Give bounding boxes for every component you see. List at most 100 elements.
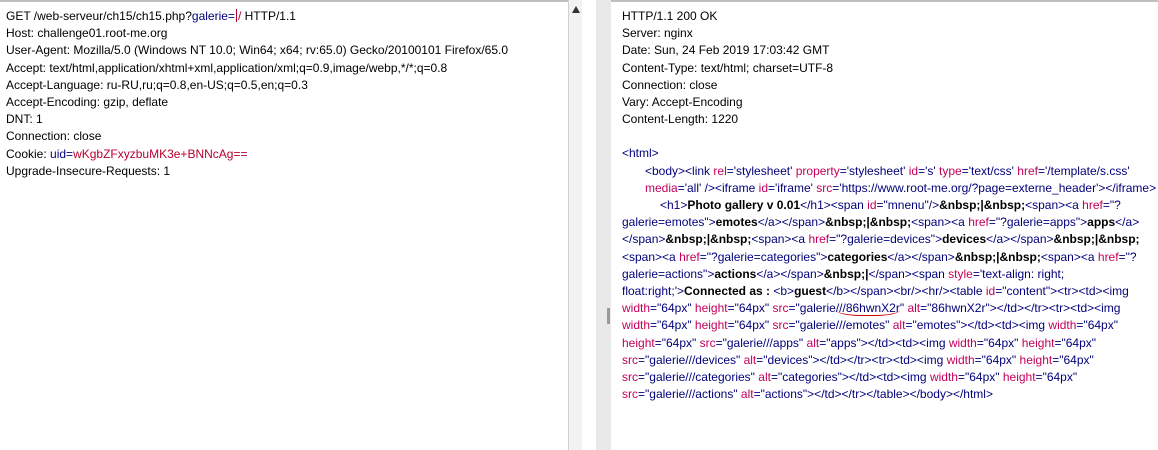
attr-name-token: height: [694, 318, 728, 333]
attr-value-token: "galerie///actions": [645, 387, 741, 402]
attr-value-token: "64px": [1061, 335, 1097, 350]
request-line-text: Accept-Encoding: gzip, deflate: [6, 94, 169, 109]
html-tag-token: =: [976, 335, 984, 350]
html-tag-token: </span><span: [868, 266, 949, 281]
attr-name-token: width: [948, 335, 977, 350]
request-line: Connection: close: [6, 128, 568, 145]
splitter-handle-icon[interactable]: [607, 308, 610, 324]
request-line-text: User-Agent: Mozilla/5.0 (Windows NT 10.0…: [6, 43, 509, 58]
attr-name-token: id: [985, 283, 996, 298]
request-line: DNT: 1: [6, 111, 568, 128]
html-tag-token: =: [972, 266, 980, 281]
pane-top-border: [611, 0, 1158, 2]
html-tag-token: >: [676, 283, 684, 298]
pane-divider[interactable]: [596, 0, 611, 450]
html-tag-token: =: [638, 387, 646, 402]
response-header-line: Content-Length: 1220: [622, 112, 739, 127]
text-token: &nbsp;|&nbsp;: [1053, 232, 1140, 247]
attr-name-token: width: [1048, 318, 1077, 333]
response-header-line: Vary: Accept-Encoding: [622, 94, 743, 109]
attr-name-token: width: [929, 369, 958, 384]
attr-name-token: width: [946, 352, 975, 367]
text-token: emotes: [715, 215, 758, 230]
attr-name-token: src: [622, 387, 638, 402]
attr-value-token: "86hwnX2r": [927, 301, 990, 316]
html-tag-token: =: [961, 163, 969, 178]
html-tag-token: =: [715, 335, 723, 350]
attr-value-token: 's': [925, 163, 939, 178]
attr-name-token: src: [622, 369, 638, 384]
request-line-prefix: Cookie:: [6, 146, 51, 161]
text-token: guest: [794, 283, 827, 298]
html-tag-token: </a></span>: [756, 266, 824, 281]
html-tag-token: =: [726, 163, 734, 178]
html-tag-token: ></td></tr></table></body></html>: [807, 387, 993, 402]
attr-value-token: 'text/css': [968, 163, 1018, 178]
attr-name-token: src: [816, 180, 833, 195]
request-line-text: Accept: text/html,application/xhtml+xml,…: [6, 60, 448, 75]
request-line: Host: challenge01.root-me.org: [6, 25, 568, 42]
response-header-line: Server: nginx: [622, 26, 693, 41]
text-token: &nbsp;|&nbsp;: [825, 215, 912, 230]
html-tag-token: </a></span>: [887, 249, 955, 264]
request-text[interactable]: GET /web-serveur/ch15/ch15.php?galerie= /…: [6, 8, 568, 180]
response-header-line: Date: Sun, 24 Feb 2019 17:03:42 GMT: [622, 43, 830, 58]
attr-value-token: "64px": [964, 369, 1003, 384]
html-tag-token: </h1><span: [800, 197, 868, 212]
attr-name-token: href: [1017, 163, 1038, 178]
html-tag-token: <span><a: [751, 232, 809, 247]
attr-value-token: 'all': [684, 180, 705, 195]
attr-value-token: "64px": [983, 335, 1022, 350]
html-tag-token: ></iframe>: [1098, 180, 1157, 195]
html-tag-token: =: [974, 352, 982, 367]
attr-name-token: href: [1097, 249, 1119, 264]
attr-value-token: "galerie///devices": [645, 352, 744, 367]
html-tag-token: <span><a: [1040, 249, 1098, 264]
attr-name-token: id: [867, 197, 877, 212]
attr-value-token: "?galerie=apps": [995, 215, 1081, 230]
html-tag-token: </a></span>: [757, 215, 826, 230]
response-text[interactable]: HTTP/1.1 200 OK Server: nginx Date: Sun, 2…: [622, 8, 1158, 403]
response-headers: HTTP/1.1 200 OK Server: nginx Date: Sun, 2…: [622, 8, 1158, 128]
request-editor[interactable]: GET /web-serveur/ch15/ch15.php?galerie= /…: [0, 0, 582, 450]
html-tag-token: =: [699, 249, 707, 264]
html-tag-token: =: [727, 318, 735, 333]
html-tag-token: =: [654, 335, 662, 350]
param-name: galerie: [191, 9, 228, 23]
text-token: &nbsp;|&nbsp;: [665, 232, 752, 247]
text-token: actions: [714, 266, 757, 281]
attr-name-token: alt: [892, 318, 906, 333]
attr-value-token: "64px": [657, 318, 695, 333]
attr-value-token: "emotes": [912, 318, 961, 333]
response-viewer[interactable]: HTTP/1.1 200 OK Server: nginx Date: Sun, 2…: [611, 0, 1158, 450]
html-tag-token: />: [928, 197, 940, 212]
request-line-text: Host: challenge01.root-me.org: [6, 26, 168, 41]
request-scrollbar[interactable]: [568, 0, 582, 450]
response-header-line: Content-Type: text/html; charset=UTF-8: [622, 60, 834, 75]
scroll-up-arrow-icon[interactable]: [572, 6, 580, 13]
request-line-text: DNT: 1: [6, 112, 43, 127]
request-line: Accept-Language: ru-RU,ru;q=0.8,en-US;q=…: [6, 77, 568, 94]
html-tag-token: =: [753, 387, 761, 402]
attr-name-token: src: [772, 318, 789, 333]
attr-value-token: "actions": [760, 387, 808, 402]
request-line-text: Connection: close: [6, 129, 102, 144]
html-tag-token: </a></span>: [986, 232, 1054, 247]
html-tag-token: =: [1037, 163, 1045, 178]
attr-name-token: id: [758, 180, 768, 195]
attr-value-token: "galerie: [795, 301, 836, 316]
param-value: wKgbZFxyzbuMK3e+BNNcAg==: [73, 146, 248, 161]
attr-name-token: href: [1082, 197, 1103, 212]
attr-value-token: 'https://www.root-me.org/?page=externe_h…: [839, 180, 1099, 195]
request-line: Accept-Encoding: gzip, deflate: [6, 94, 568, 111]
attr-name-token: alt: [806, 335, 820, 350]
attr-value-token: "64px": [1042, 369, 1078, 384]
text-token: categories: [827, 249, 888, 264]
html-tag-token: <link: [685, 163, 714, 178]
html-tag-token: =: [1118, 249, 1126, 264]
body-line: <body><link rel='stylesheet' property='s…: [622, 163, 1158, 197]
html-tag-token: =: [957, 369, 965, 384]
request-line: Upgrade-Insecure-Requests: 1: [6, 163, 568, 180]
request-line: Cookie: uid=wKgbZFxyzbuMK3e+BNNcAg==: [6, 146, 568, 163]
html-tag-token: =: [768, 180, 776, 195]
